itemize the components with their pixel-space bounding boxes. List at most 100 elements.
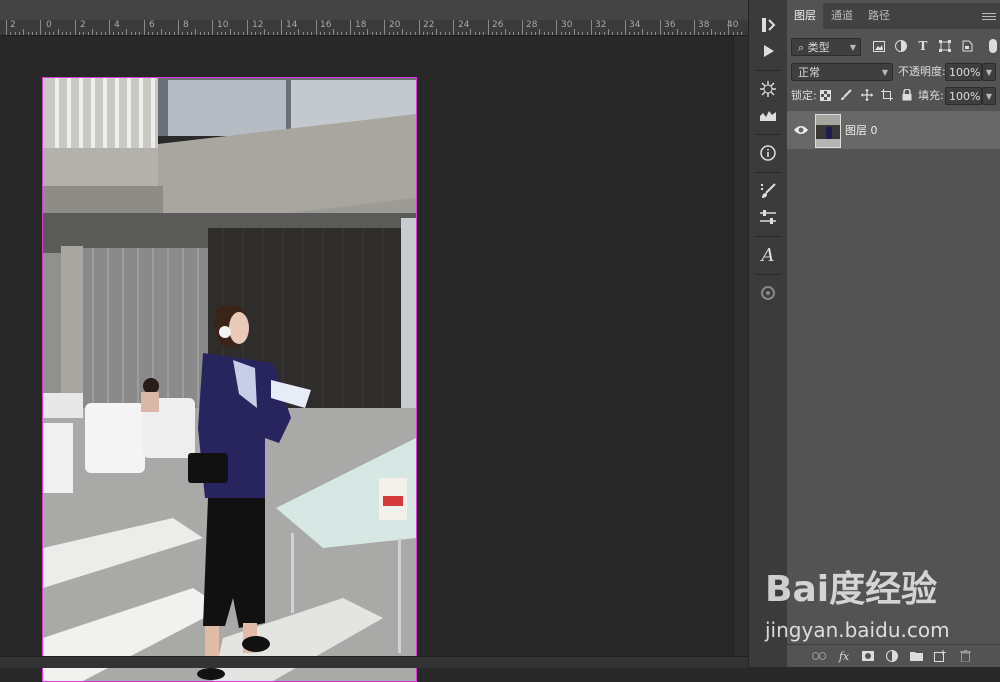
lock-label: 锁定: [791,89,817,102]
ruler-tick [617,32,618,35]
ruler-label: 18 [355,20,367,30]
ruler-tick [200,32,201,35]
blend-mode-dropdown[interactable]: 正常 ▼ [791,63,893,81]
new-layer-icon[interactable] [932,648,948,664]
add-mask-icon[interactable] [860,648,876,664]
opacity-label: 不透明度: [898,65,946,78]
brush-presets-icon[interactable] [752,178,784,204]
ruler-label: 10 [217,20,229,30]
layer-filter-row: ⌕ 类型 ▼ T [787,37,1000,59]
ruler-tick [212,20,213,35]
lock-transparent-pixels-icon[interactable] [817,87,833,103]
vertical-scrollbar[interactable] [733,36,749,656]
layer-name[interactable]: 图层 0 [845,122,878,138]
ruler-tick [685,32,686,35]
ruler-tick [131,32,132,35]
tab-channels[interactable]: 通道 [824,3,860,29]
fill-field[interactable]: 100% [945,87,982,105]
ruler-tick [728,20,729,35]
ruler-tick [53,32,54,35]
play-actions-icon[interactable] [752,38,784,64]
chevron-down-icon: ▼ [881,68,888,77]
ruler-tick [311,32,312,35]
ruler-tick [376,32,377,35]
filter-shape-icon[interactable] [937,38,953,54]
ruler-tick [243,32,244,35]
ruler-tick [217,32,218,35]
ruler-tick [690,32,691,35]
fill-label: 填充: [918,89,944,102]
navigator-icon[interactable] [752,76,784,102]
fill-value: 100% [949,90,981,103]
link-layers-icon[interactable] [811,648,827,664]
ruler-tick [165,32,166,35]
ruler-tick [509,32,510,35]
ruler-tick [552,32,553,35]
ruler-tick [28,32,29,35]
ruler-tick [668,32,669,35]
ruler-tick [419,20,420,35]
ruler-label: 6 [149,20,155,30]
lock-artboard-icon[interactable] [879,87,895,103]
ruler-tick [410,32,411,35]
lock-image-pixels-icon[interactable] [838,87,854,103]
ruler-label: 2 [80,20,86,30]
layers-panel: 图层 通道 路径 ⌕ 类型 ▼ T 正常 ▼ 不透明度: 100% ▼ 锁定: … [787,0,1000,667]
layers-panel-footer: fx [787,644,1000,667]
tab-layers[interactable]: 图层 [787,3,823,29]
document-image[interactable] [42,77,417,682]
ruler-tick [70,32,71,35]
filter-adjustment-icon[interactable] [893,38,909,54]
ruler-tick [707,32,708,35]
ruler-tick [737,32,738,35]
tab-paths[interactable]: 路径 [861,3,897,29]
lock-position-icon[interactable] [859,87,875,103]
new-group-folder-icon[interactable] [908,648,924,664]
ruler-tick [281,20,282,35]
filter-toggle[interactable] [989,39,997,53]
new-adjustment-layer-icon[interactable] [884,648,900,664]
ruler-tick [505,29,506,35]
ruler-tick [66,32,67,35]
history-icon[interactable] [752,12,784,38]
filter-pixel-icon[interactable] [871,38,887,54]
chevron-down-icon: ▼ [849,43,856,52]
fill-dropdown-button[interactable]: ▼ [982,87,996,105]
filter-type-icon[interactable]: T [915,38,931,54]
ruler-tick [544,32,545,35]
ruler-tick [105,32,106,35]
ruler-tick [741,32,742,35]
filter-kind-dropdown[interactable]: ⌕ 类型 ▼ [791,38,861,56]
filter-smart-object-icon[interactable] [959,38,975,54]
lock-all-icon[interactable] [899,87,915,103]
ruler-tick [733,32,734,35]
fx-icon[interactable]: fx [836,648,852,664]
ruler-tick [286,32,287,35]
3d-settings-icon[interactable] [752,280,784,306]
adjustments-icon[interactable] [752,204,784,230]
blend-mode-label: 正常 [798,66,820,79]
ruler-tick [462,32,463,35]
info-icon[interactable] [752,140,784,166]
layer-thumbnail [815,114,841,148]
ruler-label: 26 [492,20,504,30]
histogram-icon[interactable] [752,102,784,128]
opacity-value: 100% [949,66,981,79]
ruler-tick [612,32,613,35]
delete-layer-icon[interactable] [957,648,973,664]
ruler-tick [397,32,398,35]
ruler-tick [277,32,278,35]
ruler-label: 20 [389,20,401,30]
opacity-dropdown-button[interactable]: ▼ [982,63,996,81]
panel-menu-button[interactable] [982,3,996,29]
layer-row[interactable]: 图层 0 [787,111,1000,149]
horizontal-scrollbar[interactable] [0,656,748,668]
ruler-tick [109,20,110,35]
eye-visibility-icon[interactable] [793,122,809,138]
opacity-field[interactable]: 100% [945,63,982,81]
ruler-tick [440,32,441,35]
canvas-workspace[interactable] [0,36,733,682]
character-icon[interactable]: A [752,242,784,268]
ruler-tick [565,32,566,35]
ruler-tick [561,32,562,35]
